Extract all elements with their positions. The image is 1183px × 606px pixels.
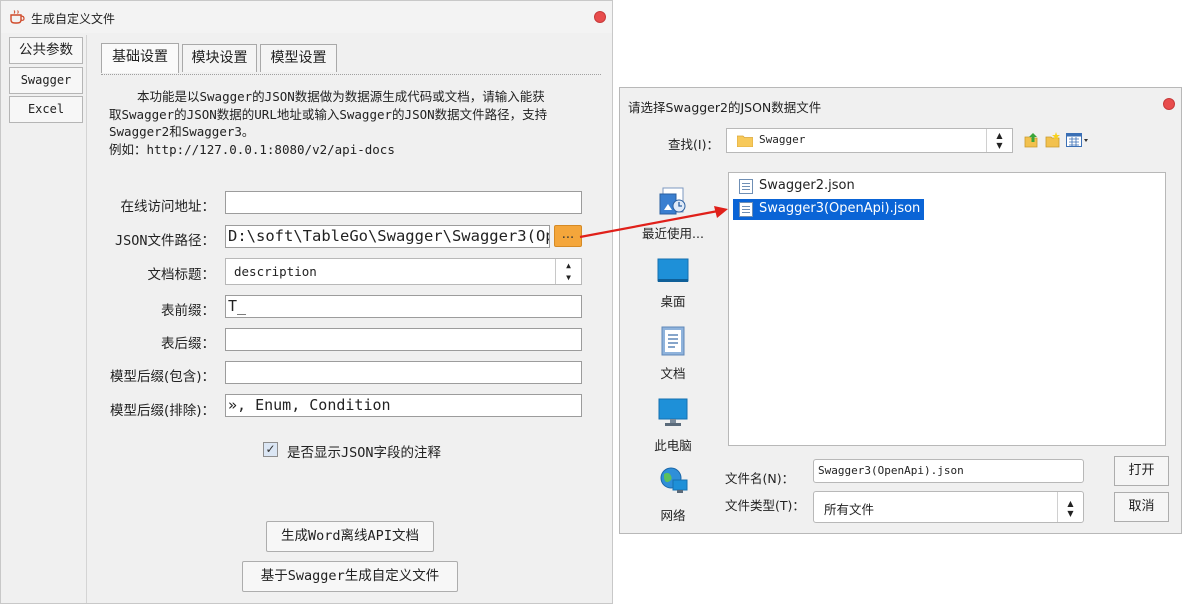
table-suffix-input[interactable] (225, 328, 582, 351)
place-network-label: 网络 (660, 508, 686, 523)
nav-swagger[interactable]: Swagger (9, 67, 83, 94)
look-in-value: Swagger (759, 133, 806, 146)
place-network[interactable]: 网络 (629, 466, 717, 524)
nav-excel[interactable]: Excel (9, 96, 83, 123)
place-documents[interactable]: 文档 (629, 326, 717, 382)
place-this-pc-label: 此电脑 (654, 438, 692, 453)
filetype-select[interactable]: 所有文件 ▲ ▼ (813, 491, 1084, 523)
place-desktop-label: 桌面 (660, 294, 686, 309)
model-suffix-include-input[interactable] (225, 361, 582, 384)
combo-arrows-icon[interactable]: ▲ ▼ (986, 129, 1012, 152)
online-url-input[interactable] (225, 191, 582, 214)
title-bar: 生成自定义文件 (1, 1, 612, 33)
open-button[interactable]: 打开 (1114, 456, 1169, 486)
tab-module-settings[interactable]: 模块设置 (182, 44, 257, 72)
documents-icon (661, 326, 685, 356)
table-prefix-label: 表前缀： (161, 303, 215, 319)
tab-model-settings[interactable]: 模型设置 (260, 44, 337, 72)
cancel-button[interactable]: 取消 (1114, 492, 1169, 522)
file-list[interactable]: Swagger2.json Swagger3(OpenApi).json (728, 172, 1166, 446)
show-comments-checkbox[interactable]: ✓ (263, 442, 278, 457)
dialog-title: 请选择Swagger2的JSON数据文件 (628, 100, 822, 115)
window-title: 生成自定义文件 (31, 12, 116, 26)
file-item[interactable]: Swagger2.json (733, 176, 859, 197)
filetype-value: 所有文件 (824, 502, 875, 517)
look-in-label: 查找(I)： (668, 137, 719, 152)
doc-title-select[interactable]: description ▲ ▼ (225, 258, 582, 285)
file-dialog: 请选择Swagger2的JSON数据文件 查找(I)： Swagger ▲▼ (619, 87, 1182, 534)
show-comments-label: 是否显示JSON字段的注释 (287, 445, 442, 461)
network-icon (660, 467, 688, 493)
filename-label: 文件名(N)： (725, 471, 795, 486)
coffee-cup-icon (10, 10, 25, 24)
doc-title-value: description (234, 264, 317, 279)
model-suffix-exclude-label: 模型后缀(排除)： (109, 403, 215, 419)
generate-word-button[interactable]: 生成Word离线API文档 (266, 521, 434, 552)
model-suffix-exclude-input[interactable]: », Enum, Condition (225, 394, 582, 417)
tab-divider (101, 74, 601, 75)
description-text: 本功能是以Swagger的JSON数据做为数据源生成代码或文档，请输入能获 取S… (109, 89, 548, 157)
spinner-arrows-icon[interactable]: ▲ ▼ (555, 259, 581, 284)
main-window: 生成自定义文件 公共参数 Swagger Excel 基础设置 模块设置 模型设… (0, 0, 613, 604)
model-suffix-include-label: 模型后缀(包含)： (109, 369, 215, 385)
place-this-pc[interactable]: 此电脑 (629, 398, 717, 454)
json-path-label: JSON文件路径： (114, 233, 215, 249)
folder-icon (737, 135, 753, 147)
place-desktop[interactable]: 桌面 (629, 258, 717, 310)
place-documents-label: 文档 (660, 366, 686, 381)
json-file-icon (739, 179, 753, 194)
table-suffix-label: 表后缀： (161, 336, 215, 352)
left-nav: 公共参数 Swagger Excel (7, 35, 87, 603)
new-folder-icon[interactable] (1045, 132, 1061, 148)
table-prefix-input[interactable]: T_ (225, 295, 582, 318)
filetype-arrows-icon[interactable]: ▲ ▼ (1057, 492, 1083, 522)
filetype-label: 文件类型(T)： (725, 498, 805, 513)
look-in-combo[interactable]: Swagger ▲ ▼ (726, 128, 1013, 153)
json-path-input[interactable]: D:\soft\TableGo\Swagger\Swagger3(Ope (225, 225, 550, 248)
annotation-arrow (579, 206, 728, 239)
dialog-close-icon[interactable] (1163, 98, 1175, 110)
desktop-icon (657, 258, 689, 282)
close-icon[interactable] (594, 11, 606, 23)
up-folder-icon[interactable] (1024, 132, 1040, 148)
tab-basic-settings[interactable]: 基础设置 (101, 43, 179, 73)
doc-title-label: 文档标题： (147, 267, 216, 283)
view-menu-icon[interactable] (1066, 133, 1090, 147)
computer-icon (658, 398, 688, 426)
filename-input[interactable]: Swagger3(OpenApi).json (813, 459, 1084, 483)
online-url-label: 在线访问地址： (120, 199, 216, 215)
file-item-selected[interactable]: Swagger3(OpenApi).json (733, 199, 925, 220)
generate-custom-button[interactable]: 基于Swagger生成自定义文件 (242, 561, 458, 592)
json-file-icon (739, 202, 753, 217)
nav-public-params[interactable]: 公共参数 (9, 37, 83, 64)
